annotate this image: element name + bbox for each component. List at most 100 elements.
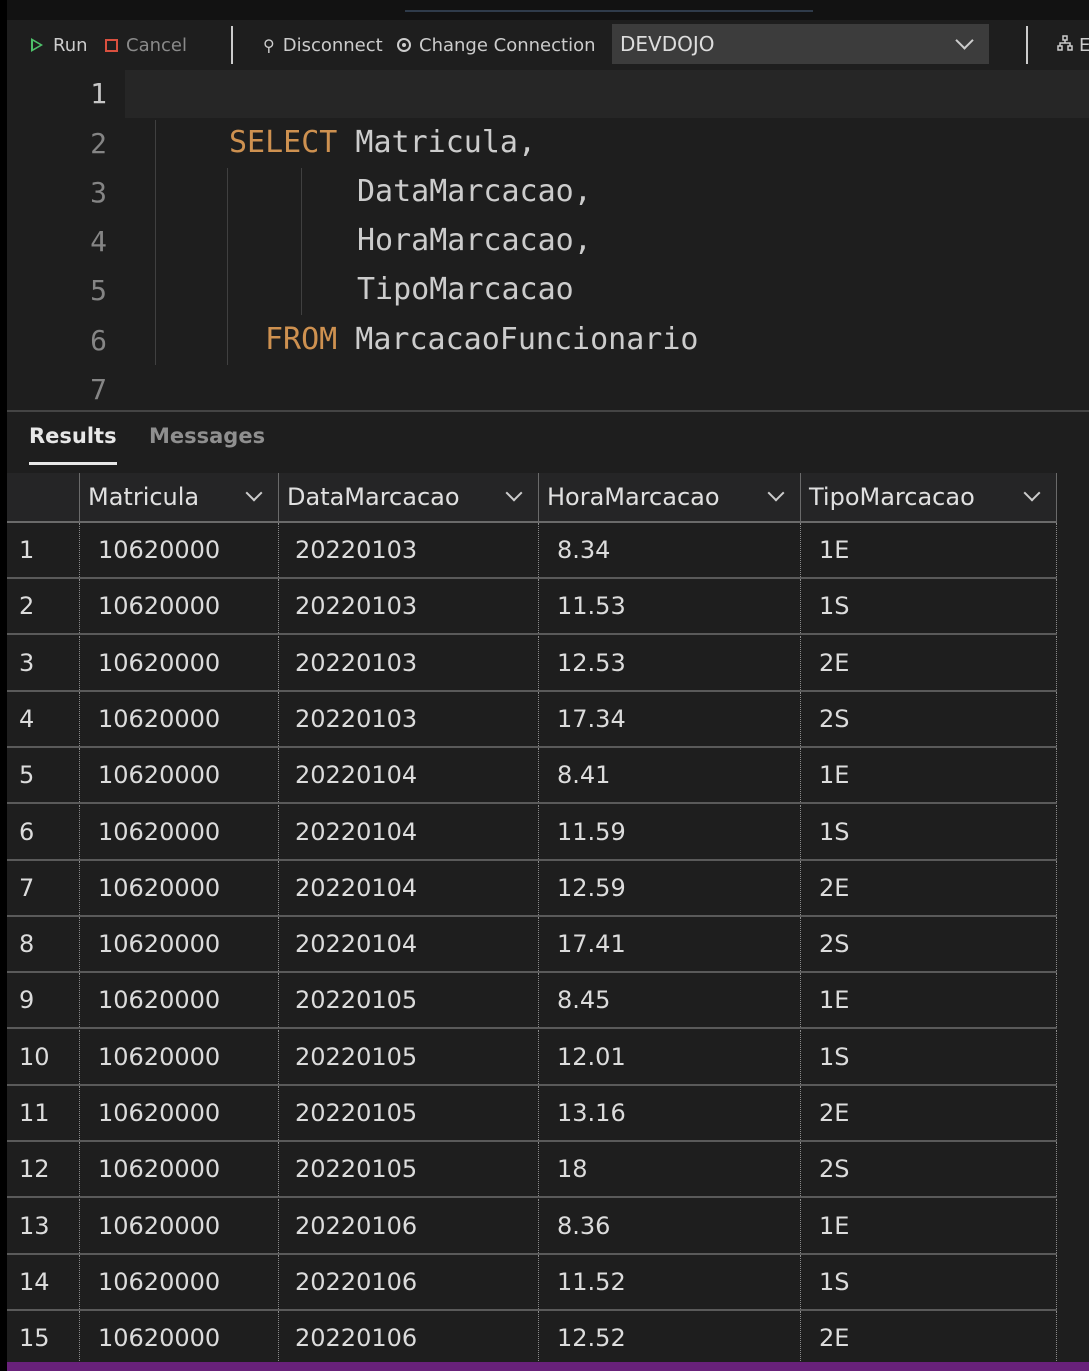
column-header-matricula[interactable]: Matricula [79, 473, 278, 521]
datamarcacao-cell[interactable]: 20220104 [278, 860, 538, 915]
table-row[interactable]: 1 10620000 20220103 8.34 1E [7, 523, 1057, 579]
row-number-cell[interactable]: 3 [7, 636, 79, 690]
matricula-cell[interactable]: 10620000 [79, 523, 278, 577]
row-number-cell[interactable]: 2 [7, 579, 79, 633]
table-row[interactable]: 6 10620000 20220104 11.59 1S [7, 804, 1057, 861]
matricula-cell[interactable]: 10620000 [79, 1254, 278, 1309]
tab-results[interactable]: Results [29, 424, 117, 465]
disconnect-button[interactable]: ⚲ Disconnect [263, 30, 383, 60]
tipomarcacao-cell[interactable]: 1E [800, 973, 1057, 1028]
chevron-down-icon[interactable] [505, 484, 523, 502]
datamarcacao-cell[interactable]: 20220105 [278, 1029, 538, 1084]
horamarcacao-cell[interactable]: 11.59 [538, 804, 800, 859]
tipomarcacao-cell[interactable]: 1E [800, 1198, 1057, 1253]
matricula-cell[interactable]: 10620000 [79, 1311, 278, 1366]
tipomarcacao-cell[interactable]: 2S [800, 691, 1057, 746]
row-number-cell[interactable]: 12 [7, 1142, 79, 1196]
table-row[interactable]: 9 10620000 20220105 8.45 1E [7, 973, 1057, 1030]
run-button[interactable]: Run [31, 30, 88, 60]
datamarcacao-cell[interactable]: 20220106 [278, 1198, 538, 1253]
tipomarcacao-cell[interactable]: 1E [800, 523, 1057, 577]
tipomarcacao-cell[interactable]: 2E [800, 1086, 1057, 1140]
datamarcacao-cell[interactable]: 20220103 [278, 635, 538, 690]
datamarcacao-cell[interactable]: 20220103 [278, 579, 538, 634]
chevron-down-icon[interactable] [767, 484, 785, 502]
matricula-cell[interactable]: 10620000 [79, 1198, 278, 1253]
matricula-cell[interactable]: 10620000 [79, 635, 278, 690]
tipomarcacao-cell[interactable]: 1E [800, 748, 1057, 803]
row-number-cell[interactable]: 4 [7, 692, 79, 746]
matricula-cell[interactable]: 10620000 [79, 1142, 278, 1197]
datamarcacao-cell[interactable]: 20220103 [278, 691, 538, 746]
row-number-cell[interactable]: 8 [7, 917, 79, 971]
cancel-button[interactable]: Cancel [105, 30, 187, 60]
horamarcacao-cell[interactable]: 12.01 [538, 1029, 800, 1084]
table-row[interactable]: 11 10620000 20220105 13.16 2E [7, 1086, 1057, 1142]
table-row[interactable]: 5 10620000 20220104 8.41 1E [7, 748, 1057, 805]
matricula-cell[interactable]: 10620000 [79, 917, 278, 972]
datamarcacao-cell[interactable]: 20220104 [278, 804, 538, 859]
connection-select[interactable]: DEVDOJO [612, 24, 989, 64]
sql-editor[interactable]: 1 2 3 4 5 6 7 SELECT Matricula, DataMarc… [7, 70, 1089, 410]
table-row[interactable]: 10 10620000 20220105 12.01 1S [7, 1029, 1057, 1086]
horamarcacao-cell[interactable]: 11.52 [538, 1254, 800, 1309]
row-number-cell[interactable]: 10 [7, 1030, 79, 1084]
table-row[interactable]: 15 10620000 20220106 12.52 2E [7, 1311, 1057, 1368]
horamarcacao-cell[interactable]: 18 [538, 1142, 800, 1197]
datamarcacao-cell[interactable]: 20220104 [278, 917, 538, 972]
row-number-cell[interactable]: 5 [7, 748, 79, 802]
horamarcacao-cell[interactable]: 12.52 [538, 1311, 800, 1366]
table-row[interactable]: 3 10620000 20220103 12.53 2E [7, 635, 1057, 692]
matricula-cell[interactable]: 10620000 [79, 860, 278, 915]
tipomarcacao-cell[interactable]: 1S [800, 579, 1057, 634]
row-number-cell[interactable]: 6 [7, 805, 79, 859]
column-header-horamarcacao[interactable]: HoraMarcacao [538, 473, 800, 521]
row-number-cell[interactable]: 1 [7, 523, 79, 577]
column-header-tipomarcacao[interactable]: TipoMarcacao [800, 473, 1057, 521]
matricula-cell[interactable]: 10620000 [79, 1086, 278, 1140]
matricula-cell[interactable]: 10620000 [79, 748, 278, 803]
datamarcacao-cell[interactable]: 20220105 [278, 1142, 538, 1197]
tab-messages[interactable]: Messages [149, 424, 265, 448]
matricula-cell[interactable]: 10620000 [79, 1029, 278, 1084]
matricula-cell[interactable]: 10620000 [79, 973, 278, 1028]
chevron-down-icon[interactable] [1023, 484, 1041, 502]
tipomarcacao-cell[interactable]: 2S [800, 1142, 1057, 1197]
table-row[interactable]: 2 10620000 20220103 11.53 1S [7, 579, 1057, 636]
tipomarcacao-cell[interactable]: 2E [800, 635, 1057, 690]
tipomarcacao-cell[interactable]: 2E [800, 860, 1057, 915]
horamarcacao-cell[interactable]: 8.34 [538, 523, 800, 577]
horamarcacao-cell[interactable]: 8.45 [538, 973, 800, 1028]
table-row[interactable]: 12 10620000 20220105 18 2S [7, 1142, 1057, 1199]
horamarcacao-cell[interactable]: 8.41 [538, 748, 800, 803]
horamarcacao-cell[interactable]: 12.53 [538, 635, 800, 690]
horamarcacao-cell[interactable]: 13.16 [538, 1086, 800, 1140]
tipomarcacao-cell[interactable]: 1S [800, 1029, 1057, 1084]
explain-button[interactable]: E [1057, 30, 1089, 60]
row-number-cell[interactable]: 11 [7, 1086, 79, 1140]
tipomarcacao-cell[interactable]: 2S [800, 917, 1057, 972]
row-number-cell[interactable]: 13 [7, 1199, 79, 1253]
tipomarcacao-cell[interactable]: 1S [800, 1254, 1057, 1309]
matricula-cell[interactable]: 10620000 [79, 804, 278, 859]
matricula-cell[interactable]: 10620000 [79, 691, 278, 746]
horamarcacao-cell[interactable]: 8.36 [538, 1198, 800, 1253]
datamarcacao-cell[interactable]: 20220105 [278, 1086, 538, 1140]
datamarcacao-cell[interactable]: 20220106 [278, 1311, 538, 1366]
datamarcacao-cell[interactable]: 20220104 [278, 748, 538, 803]
horamarcacao-cell[interactable]: 17.41 [538, 917, 800, 972]
horamarcacao-cell[interactable]: 11.53 [538, 579, 800, 634]
datamarcacao-cell[interactable]: 20220103 [278, 523, 538, 577]
tipomarcacao-cell[interactable]: 2E [800, 1311, 1057, 1366]
table-row[interactable]: 4 10620000 20220103 17.34 2S [7, 691, 1057, 748]
table-row[interactable]: 7 10620000 20220104 12.59 2E [7, 860, 1057, 917]
chevron-down-icon[interactable] [245, 484, 263, 502]
table-row[interactable]: 13 10620000 20220106 8.36 1E [7, 1198, 1057, 1255]
row-number-cell[interactable]: 7 [7, 861, 79, 915]
row-number-cell[interactable]: 9 [7, 973, 79, 1027]
table-row[interactable]: 8 10620000 20220104 17.41 2S [7, 917, 1057, 974]
horamarcacao-cell[interactable]: 17.34 [538, 691, 800, 746]
tipomarcacao-cell[interactable]: 1S [800, 804, 1057, 859]
datamarcacao-cell[interactable]: 20220105 [278, 973, 538, 1028]
matricula-cell[interactable]: 10620000 [79, 579, 278, 634]
